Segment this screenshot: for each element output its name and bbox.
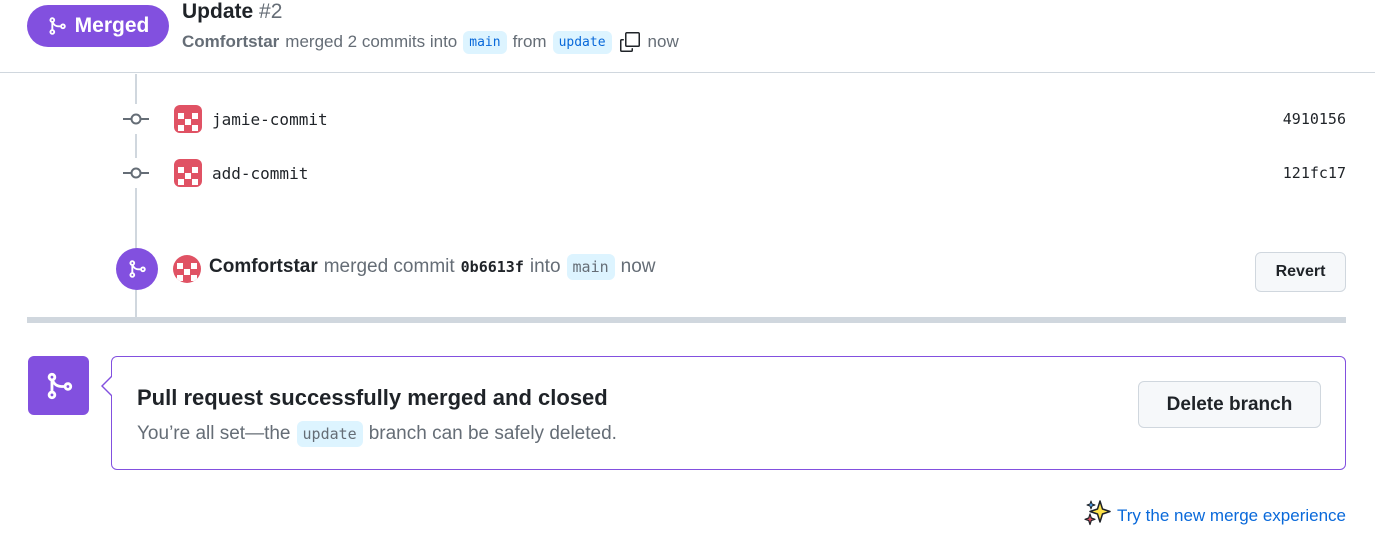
merged-desc-suffix: branch can be safely deleted. [368,423,617,444]
base-branch-chip[interactable]: main [463,30,507,54]
git-commit-icon [120,158,152,188]
pr-author-link[interactable]: Comfortstar [182,32,279,52]
git-commit-icon [120,104,152,134]
avatar[interactable] [173,255,201,283]
git-merge-icon [28,356,89,415]
merge-into-text: into [529,256,561,277]
avatar[interactable] [174,105,202,133]
pr-from-text: from [512,32,547,51]
commit-sha-link[interactable]: 4910156 [1283,110,1346,128]
commit-message-link[interactable]: jamie-commit [212,110,328,129]
pr-title-text: Update [182,0,254,23]
git-merge-icon [116,248,158,290]
merge-branch-chip[interactable]: main [566,254,615,280]
sparkle-icon [1083,498,1113,533]
commit-row: jamie-commit 4910156 [120,104,1346,134]
pr-sticky-header: Merged Update #2 Comfortstar merged 2 co… [0,0,1375,73]
merge-time[interactable]: now [621,256,656,278]
delete-branch-button[interactable]: Delete branch [1138,381,1321,428]
git-merge-icon [49,17,66,35]
copy-icon[interactable] [618,30,642,54]
pr-time: now [647,32,679,51]
pr-title: Update #2 [182,0,282,24]
merged-status-box: Pull request successfully merged and clo… [101,356,1346,470]
pr-meta: Comfortstar merged 2 commits into main f… [182,28,679,56]
merge-commit-sha-link[interactable]: 0b6613f [461,258,524,276]
timeline-divider [27,317,1346,323]
merge-event: Comfortstar merged commit 0b6613f into m… [116,248,1346,292]
merge-author-link[interactable]: Comfortstar [209,256,318,278]
commit-row: add-commit 121fc17 [120,158,1346,188]
avatar[interactable] [174,159,202,187]
merged-branch-chip[interactable]: update [296,421,363,447]
commit-message-link[interactable]: add-commit [212,164,308,183]
try-new-merge-label[interactable]: Try the new merge experience [1117,506,1346,526]
commit-sha-link[interactable]: 121fc17 [1283,164,1346,182]
merged-status-title: Pull request successfully merged and clo… [137,385,608,410]
merged-state-label: Merged [74,14,150,37]
pr-number: #2 [259,0,283,23]
try-new-merge-link[interactable]: Try the new merge experience [1083,498,1346,533]
merge-event-text: Comfortstar merged commit 0b6613f into m… [209,254,656,280]
merged-desc-prefix: You’re all set—the [137,423,291,444]
pr-merged-text: merged 2 commits into [285,32,458,51]
merged-status-description: You’re all set—the update branch can be … [137,421,617,447]
merge-merged-text: merged commit [323,256,455,277]
revert-button[interactable]: Revert [1255,252,1346,292]
merged-state-badge: Merged [27,5,169,47]
head-branch-chip[interactable]: update [552,30,612,54]
